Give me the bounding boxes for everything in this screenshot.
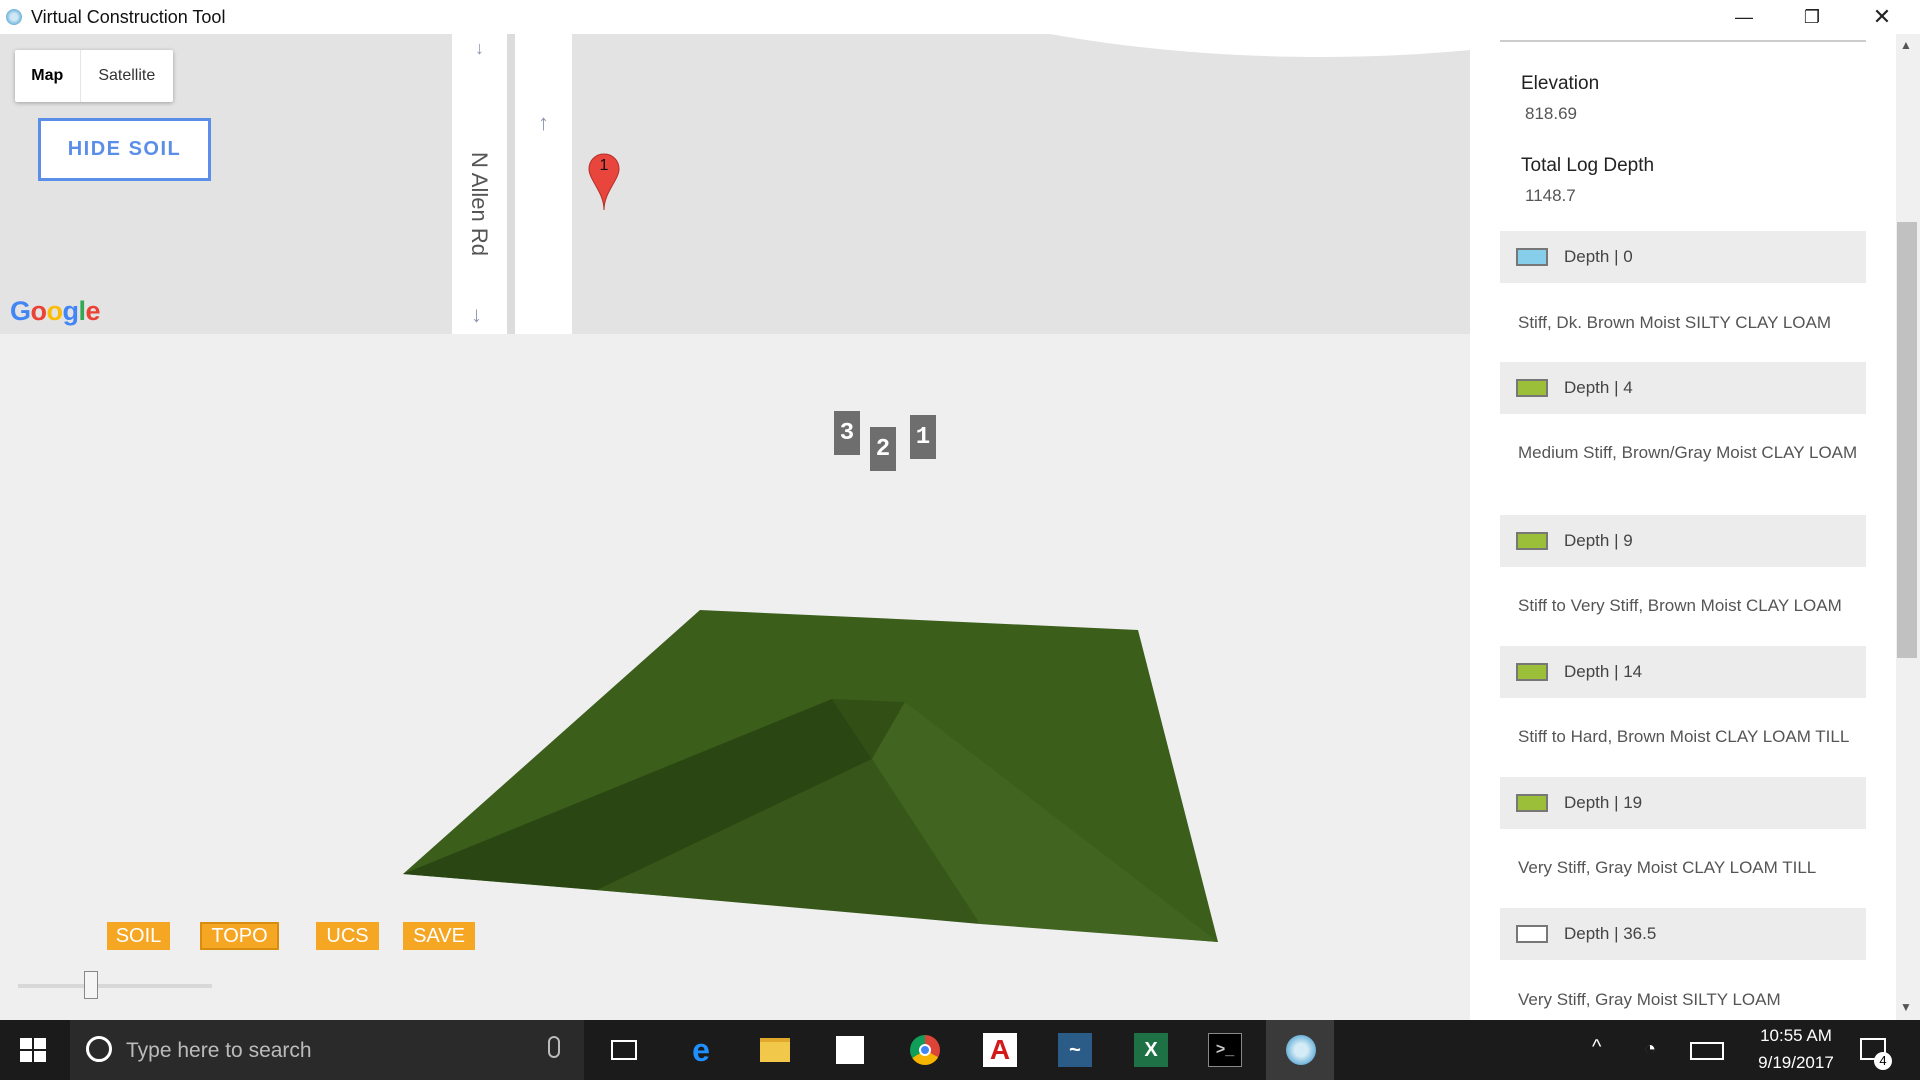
google-logo-letter: e: [85, 296, 101, 326]
depth-label: Depth | 0: [1564, 247, 1633, 266]
soil-color-swatch: [1516, 794, 1548, 812]
road-divider: [507, 34, 515, 334]
depth-label: Depth | 4: [1564, 378, 1633, 397]
edge-icon[interactable]: e: [684, 1032, 718, 1068]
microphone-icon[interactable]: [548, 1036, 560, 1058]
slider-handle[interactable]: [84, 971, 98, 999]
save-button[interactable]: SAVE: [403, 922, 475, 950]
soil-color-swatch: [1516, 248, 1548, 266]
mysql-icon[interactable]: ~: [1058, 1033, 1092, 1067]
total-log-depth-value: 1148.7: [1525, 186, 1576, 205]
total-log-depth-label: Total Log Depth: [1521, 155, 1655, 176]
soil-description: Stiff to Hard, Brown Moist CLAY LOAM TIL…: [1518, 727, 1850, 746]
terminal-icon[interactable]: >_: [1208, 1033, 1242, 1067]
title-bar: [0, 0, 1920, 34]
scroll-up-icon[interactable]: ▲: [1900, 38, 1912, 52]
map-type-satellite-button[interactable]: Satellite: [81, 50, 173, 102]
restore-button[interactable]: ❐: [1778, 0, 1846, 34]
soil-color-swatch: [1516, 532, 1548, 550]
soil-description: Very Stiff, Gray Moist CLAY LOAM TILL: [1518, 858, 1817, 877]
ucs-button[interactable]: UCS: [316, 922, 379, 950]
soil-color-swatch: [1516, 663, 1548, 681]
minimize-button[interactable]: —: [1710, 0, 1778, 34]
slider-track[interactable]: [18, 984, 212, 988]
search-placeholder: Type here to search: [126, 1039, 312, 1062]
file-explorer-icon[interactable]: [758, 1033, 792, 1067]
scroll-down-icon[interactable]: ▼: [1900, 1000, 1912, 1014]
panel-divider: [1500, 40, 1866, 42]
boring-marker[interactable]: 1: [910, 415, 936, 459]
store-icon[interactable]: [833, 1033, 867, 1067]
adobe-icon[interactable]: A: [983, 1033, 1017, 1067]
road-arrow-up-icon: ↑: [538, 110, 549, 135]
notification-badge: 4: [1874, 1052, 1892, 1070]
elevation-value: 818.69: [1525, 104, 1577, 123]
road-arrow-down-icon: ↓: [471, 302, 482, 327]
elevation-label: Elevation: [1521, 73, 1600, 94]
google-logo: Google: [10, 296, 101, 327]
topo-button[interactable]: TOPO: [200, 922, 279, 950]
depth-label: Depth | 9: [1564, 531, 1633, 550]
window-title: Virtual Construction Tool: [31, 7, 226, 27]
google-logo-letter: o: [30, 296, 48, 326]
road-arrow-down-icon: ↓: [475, 38, 484, 58]
soil-color-swatch: [1516, 379, 1548, 397]
soil-color-swatch: [1516, 925, 1548, 943]
soil-description: Medium Stiff, Brown/Gray Moist CLAY LOAM: [1518, 443, 1858, 462]
virtual-construction-tool-icon[interactable]: [1284, 1033, 1318, 1067]
chrome-icon[interactable]: [908, 1033, 942, 1067]
scrollbar-thumb[interactable]: [1897, 222, 1917, 658]
windows-icon: [20, 1038, 46, 1062]
depth-label: Depth | 14: [1564, 662, 1643, 681]
road-name-label: N Allen Rd: [467, 152, 492, 256]
soil-description: Stiff to Very Stiff, Brown Moist CLAY LO…: [1518, 596, 1842, 615]
clock-date[interactable]: 9/19/2017: [1746, 1053, 1846, 1073]
depth-header: Depth | 36.5: [1500, 908, 1866, 960]
google-logo-letter: l: [78, 296, 87, 326]
soil-description: Stiff, Dk. Brown Moist SILTY CLAY LOAM: [1518, 313, 1832, 332]
map-view[interactable]: ↓ ↑ ↓ N Allen Rd 1 Map Satellite HIDE SO…: [0, 34, 1470, 334]
keyboard-icon[interactable]: [1690, 1042, 1724, 1060]
start-button[interactable]: [20, 1038, 46, 1067]
soil-description: Very Stiff, Gray Moist SILTY LOAM: [1518, 990, 1781, 1009]
excel-icon[interactable]: X: [1134, 1033, 1168, 1067]
google-logo-letter: G: [10, 296, 31, 326]
task-view-icon[interactable]: [607, 1033, 641, 1067]
cortana-icon: [86, 1036, 112, 1062]
map-type-control: Map Satellite: [15, 50, 173, 102]
google-logo-letter: o: [46, 296, 64, 326]
google-logo-letter: g: [62, 296, 80, 326]
map-road-curve: [1050, 34, 1470, 58]
terrain-surface: [403, 610, 1218, 942]
app-icon: [6, 9, 22, 25]
boring-marker[interactable]: 2: [870, 427, 896, 471]
hide-soil-button[interactable]: HIDE SOIL: [38, 118, 211, 181]
depth-label: Depth | 19: [1564, 793, 1643, 812]
clock-time[interactable]: 10:55 AM: [1746, 1026, 1846, 1046]
network-icon[interactable]: ◔: [1644, 1038, 1656, 1061]
depth-header: Depth | 14: [1500, 646, 1866, 698]
close-button[interactable]: ✕: [1848, 0, 1916, 34]
depth-header: Depth | 4: [1500, 362, 1866, 414]
map-type-map-button[interactable]: Map: [15, 50, 81, 102]
depth-header: Depth | 9: [1500, 515, 1866, 567]
soil-button[interactable]: SOIL: [107, 922, 170, 950]
boring-marker[interactable]: 3: [834, 411, 860, 455]
depth-header: Depth | 0: [1500, 231, 1866, 283]
depth-header: Depth | 19: [1500, 777, 1866, 829]
show-hidden-icons-icon[interactable]: ^: [1592, 1036, 1601, 1059]
depth-label: Depth | 36.5: [1564, 924, 1657, 943]
marker-label: 1: [599, 157, 609, 174]
map-marker-icon[interactable]: 1: [587, 152, 621, 217]
